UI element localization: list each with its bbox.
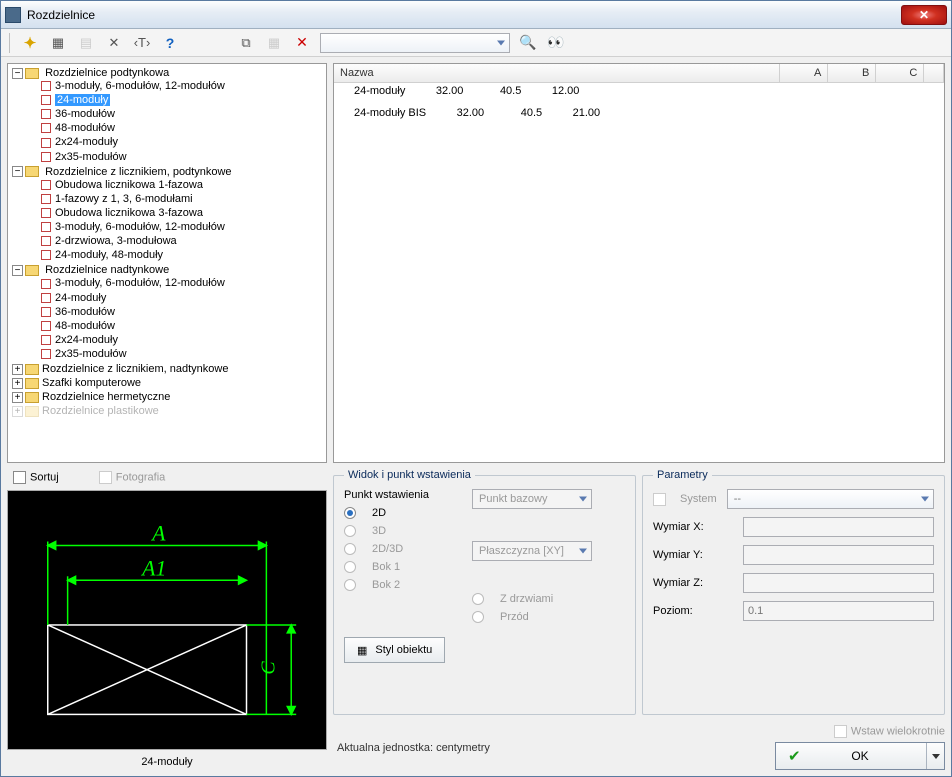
system-combo[interactable]: -- [727, 489, 934, 509]
wy-label: Wymiar Y: [653, 549, 733, 561]
close-button[interactable]: ✕ [901, 5, 947, 25]
wy-input[interactable] [743, 545, 934, 565]
style-button[interactable]: ▦ Styl obiektu [344, 637, 445, 663]
tree-node[interactable]: − Rozdzielnice podtynkowa 3-moduły, 6-mo… [12, 66, 324, 165]
ok-button[interactable]: ✔ OK [775, 742, 945, 770]
preview-panel: Sortuj Fotografia [7, 469, 327, 770]
radio-przod [472, 611, 484, 623]
tree-leaf[interactable]: 48-modułów [28, 319, 324, 333]
check-icon: ✔ [788, 747, 801, 765]
sort-checkbox[interactable]: Sortuj [13, 471, 59, 484]
tree-leaf[interactable]: 48-modułów [28, 121, 324, 135]
radio-drzwi [472, 593, 484, 605]
radio-2d3d [344, 543, 356, 555]
radio-2d[interactable] [344, 507, 356, 519]
level-input[interactable] [743, 601, 934, 621]
parameters-group: Parametry System -- Wymiar X: Wymiar Y: … [642, 469, 945, 715]
system-checkbox [653, 493, 666, 506]
footer: Aktualna jednostka: centymetry Wstaw wie… [333, 721, 945, 770]
options-panel: Widok i punkt wstawienia Punkt wstawieni… [333, 469, 945, 770]
tree-node[interactable]: +Rozdzielnice plastikowe [12, 404, 324, 418]
tree-node[interactable]: − Rozdzielnice nadtynkowe 3-moduły, 6-mo… [12, 263, 324, 362]
preview-caption: 24-moduły [7, 754, 327, 770]
dim-a1-label: A1 [140, 556, 166, 580]
radio-3d [344, 525, 356, 537]
tree-leaf[interactable]: 3-moduły, 6-modułów, 12-modułów [28, 79, 324, 93]
tree-panel[interactable]: − Rozdzielnice podtynkowa 3-moduły, 6-mo… [7, 63, 327, 463]
wz-label: Wymiar Z: [653, 577, 733, 589]
dim-c-label: C [257, 661, 279, 675]
data-table[interactable]: Nazwa A B C 24-moduły 32.00 40.5 12.00 [333, 63, 945, 463]
list-icon[interactable]: ▤ [76, 33, 96, 53]
tree-node[interactable]: +Rozdzielnice z licznikiem, nadtynkowe [12, 362, 324, 376]
insertion-group: Widok i punkt wstawienia Punkt wstawieni… [333, 469, 636, 715]
level-label: Poziom: [653, 605, 733, 617]
tree-leaf[interactable]: 2x24-moduły [28, 333, 324, 347]
ok-dropdown[interactable] [926, 743, 944, 769]
style-icon: ▦ [357, 644, 367, 657]
window-title: Rozdzielnice [27, 8, 901, 22]
grid-icon[interactable]: ▦ [264, 33, 284, 53]
tree-leaf[interactable]: 36-modułów [28, 107, 324, 121]
search-icon[interactable]: 🔍 [518, 33, 538, 53]
binoculars-icon[interactable]: 👀 [546, 33, 566, 53]
tree-leaf[interactable]: 1-fazowy z 1, 3, 6-modułami [28, 192, 324, 206]
radio-bok1 [344, 561, 356, 573]
wx-label: Wymiar X: [653, 521, 733, 533]
plane-combo: Płaszczyzna [XY] [472, 541, 592, 561]
new-icon[interactable]: ✦ [20, 33, 40, 53]
preview-canvas: A A1 C [7, 490, 327, 750]
filter-combo[interactable] [320, 33, 510, 53]
wx-input[interactable] [743, 517, 934, 537]
col-a[interactable]: A [780, 64, 828, 83]
tree-leaf[interactable]: 2x35-modułów [28, 347, 324, 361]
toolbar: ✦ ▦ ▤ ✕ ‹T› ? ⧉ ▦ ✕ 🔍 👀 [1, 29, 951, 57]
unit-label: Aktualna jednostka: centymetry [333, 742, 490, 754]
help-icon[interactable]: ? [160, 33, 180, 53]
tree-leaf[interactable]: 3-moduły, 6-modułów, 12-modułów [28, 220, 324, 234]
tools-icon[interactable]: ✕ [104, 33, 124, 53]
delete-icon[interactable]: ✕ [292, 33, 312, 53]
photo-checkbox[interactable]: Fotografia [99, 471, 166, 484]
tree-leaf[interactable]: 2x24-moduły [28, 135, 324, 149]
text-icon[interactable]: ‹T› [132, 33, 152, 53]
tree-leaf[interactable]: 2-drzwiowa, 3-modułowa [28, 234, 324, 248]
app-icon [5, 7, 21, 23]
radio-bok2 [344, 579, 356, 591]
tree-leaf[interactable]: 24-moduły [28, 93, 324, 107]
copy-icon[interactable]: ⧉ [236, 33, 256, 53]
insertion-legend: Widok i punkt wstawienia [344, 469, 475, 481]
col-c[interactable]: C [876, 64, 924, 83]
table-row[interactable]: 24-moduły 32.00 40.5 12.00 [334, 83, 780, 99]
col-name[interactable]: Nazwa [334, 64, 780, 83]
insert-multi-checkbox[interactable]: Wstaw wielokrotnie [834, 725, 945, 738]
parameters-legend: Parametry [653, 469, 712, 481]
tree-node[interactable]: − Rozdzielnice z licznikiem, podtynkowe … [12, 165, 324, 264]
tree-node[interactable]: +Szafki komputerowe [12, 376, 324, 390]
tree-leaf[interactable]: 24-moduły, 48-moduły [28, 248, 324, 262]
col-b[interactable]: B [828, 64, 876, 83]
titlebar: Rozdzielnice ✕ [1, 1, 951, 29]
tree-leaf[interactable]: Obudowa licznikowa 1-fazowa [28, 178, 324, 192]
tree-node[interactable]: +Rozdzielnice hermetyczne [12, 390, 324, 404]
tree-leaf[interactable]: 36-modułów [28, 305, 324, 319]
tree-leaf[interactable]: 24-moduły [28, 291, 324, 305]
doc-icon[interactable]: ▦ [48, 33, 68, 53]
window-root: Rozdzielnice ✕ ✦ ▦ ▤ ✕ ‹T› ? ⧉ ▦ ✕ 🔍 👀 −… [0, 0, 952, 777]
tree-leaf[interactable]: 3-moduły, 6-modułów, 12-modułów [28, 276, 324, 290]
content: − Rozdzielnice podtynkowa 3-moduły, 6-mo… [1, 57, 951, 776]
insert-point-label: Punkt wstawienia [344, 489, 429, 501]
dim-a-label: A [150, 522, 166, 546]
wz-input[interactable] [743, 573, 934, 593]
table-row[interactable]: 24-moduły BIS 32.00 40.5 21.00 [334, 105, 780, 121]
tree-leaf[interactable]: 2x35-modułów [28, 150, 324, 164]
insert-point-combo[interactable]: Punkt bazowy [472, 489, 592, 509]
tree-leaf[interactable]: Obudowa licznikowa 3-fazowa [28, 206, 324, 220]
